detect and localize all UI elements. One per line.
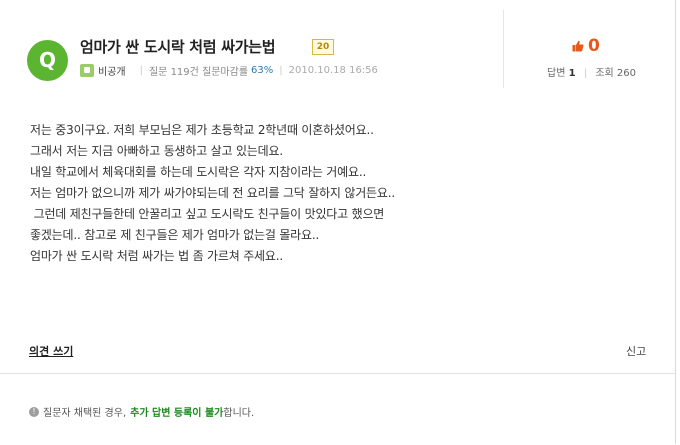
section-divider (0, 373, 675, 374)
views-count: 260 (616, 68, 636, 79)
like-box[interactable]: 0 (572, 36, 600, 56)
question-header: Q 엄마가 싼 도시락 처럼 싸가는법 20 비공개 | 질문 119건 질문마… (0, 0, 675, 92)
close-rate: 63% (251, 65, 274, 76)
views-label: 조회 (595, 68, 614, 79)
meta-divider: | (279, 65, 283, 76)
like-count: 0 (588, 36, 600, 56)
header-divider (503, 10, 504, 88)
private-user-icon (80, 64, 94, 77)
thumbs-up-icon (572, 40, 584, 52)
question-body: 저는 중3이구요. 저희 부모님은 제가 초등학교 2학년때 이혼하셨어요.. … (30, 123, 395, 263)
level-badge: 20 (312, 39, 334, 55)
question-meta: 비공개 | 질문 119건 질문마감률 63% | 2010.10.18 16:… (80, 63, 378, 78)
question-stats-label: 질문 119건 질문마감률 (148, 67, 249, 78)
notice-suffix: 합니다. (223, 408, 255, 419)
answers-count: 1 (568, 68, 576, 79)
author-name: 비공개 (98, 67, 126, 78)
notice-prefix: 질문자 채택된 경우, (43, 408, 127, 419)
adoption-notice: ! 질문자 채택된 경우, 추가 답변 등록이 불가 합니다. (29, 404, 254, 419)
answer-view-stats: 답변 1 | 조회 260 (547, 64, 636, 79)
question-panel: Q 엄마가 싼 도시락 처럼 싸가는법 20 비공개 | 질문 119건 질문마… (0, 0, 676, 444)
answers-label: 답변 (547, 68, 566, 79)
notice-highlight: 추가 답변 등록이 불가 (130, 408, 224, 419)
meta-divider: | (139, 65, 143, 76)
question-date: 2010.10.18 16:56 (288, 65, 378, 76)
question-badge: Q (27, 40, 68, 81)
report-link[interactable]: 신고 (626, 343, 646, 359)
info-icon: ! (29, 406, 39, 417)
write-opinion-link[interactable]: 의견 쓰기 (29, 343, 73, 359)
stats-divider: | (583, 68, 588, 79)
question-title[interactable]: 엄마가 싼 도시락 처럼 싸가는법 (80, 36, 276, 57)
